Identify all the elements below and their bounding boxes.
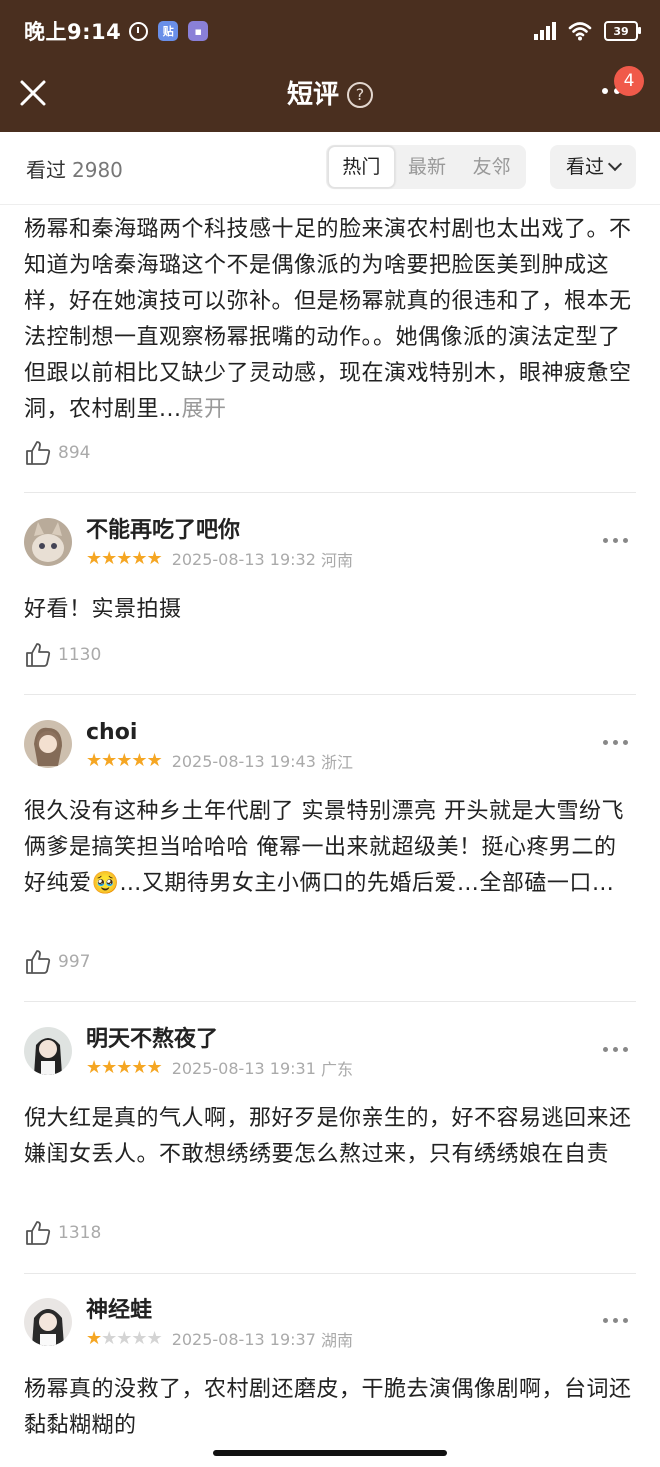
rating-stars: ★★★★★ [86, 548, 163, 569]
divider [24, 1273, 636, 1274]
rating-stars: ★★★★★ [86, 1328, 163, 1349]
review-region: 河南 [320, 551, 353, 570]
username[interactable]: 明天不熬夜了 [86, 1027, 218, 1053]
battery-icon: 39 [604, 21, 641, 41]
seen-count: 看过 2980 [26, 154, 123, 183]
review-text[interactable]: 好看！实景拍摄 [24, 592, 636, 628]
review-date: 2025-08-13 19:37 [171, 1329, 316, 1349]
avatar[interactable] [24, 1298, 72, 1346]
page-title-text: 短评 [286, 80, 339, 110]
divider [24, 1001, 636, 1002]
seen-count-label: 看过 [26, 158, 66, 182]
username[interactable]: 神经蛙 [86, 1298, 152, 1324]
seen-filter-dropdown[interactable]: 看过 [550, 145, 636, 189]
review-meta: ★★★★★ 2025-08-13 19:31 广东 [86, 1056, 353, 1080]
like-count: 1130 [58, 645, 102, 665]
battery-level: 39 [613, 24, 629, 38]
status-bar: 晚上9:14 贴 ▪ 39 [24, 16, 641, 46]
review-more-button[interactable] [603, 538, 628, 543]
divider [24, 694, 636, 695]
review-more-button[interactable] [603, 740, 628, 745]
help-icon[interactable]: ? [347, 82, 373, 108]
seen-filter-label: 看过 [565, 156, 604, 178]
wifi-icon [568, 22, 592, 41]
review-region: 湖南 [320, 1331, 353, 1350]
avatar[interactable] [24, 1027, 72, 1075]
rating-stars: ★★★★★ [86, 1057, 163, 1078]
like-count: 997 [58, 952, 91, 972]
seen-count-number: 2980 [72, 158, 123, 182]
username[interactable]: 不能再吃了吧你 [86, 518, 240, 544]
tab-friends[interactable]: 友邻 [459, 147, 524, 187]
tab-hot[interactable]: 热门 [328, 146, 395, 188]
like-button[interactable]: 894 [24, 438, 90, 468]
review-text[interactable]: 倪大红是真的气人啊，那好歹是你亲生的，好不容易逃回来还嫌闺女丢人。不敢想绣绣要怎… [24, 1101, 636, 1173]
sort-tabs: 热门 最新 友邻 [326, 145, 526, 189]
like-button[interactable]: 1130 [24, 640, 101, 670]
home-indicator[interactable] [213, 1450, 447, 1456]
top-bar: 晚上9:14 贴 ▪ 39 短评? 4 [0, 0, 660, 132]
review-more-button[interactable] [603, 1047, 628, 1052]
like-count: 894 [58, 443, 91, 463]
review-text[interactable]: 很久没有这种乡土年代剧了 实景特别漂亮 开头就是大雪纷飞 俩爹是搞笑担当哈哈哈 … [24, 794, 636, 902]
thumbs-up-icon [26, 1221, 51, 1245]
chevron-down-icon [607, 156, 623, 172]
avatar[interactable] [24, 720, 72, 768]
notification-badge: 4 [614, 66, 644, 96]
page-title: 短评? [0, 74, 660, 111]
review-date: 2025-08-13 19:32 [171, 549, 316, 569]
divider [24, 492, 636, 493]
tab-latest[interactable]: 最新 [395, 147, 460, 187]
review-text[interactable]: 杨幂和秦海璐两个科技感十足的脸来演农村剧也太出戏了。不知道为啥秦海璐这个不是偶像… [24, 212, 636, 428]
review-region: 浙江 [320, 753, 353, 772]
filter-bar: 看过 2980 热门 最新 友邻 看过 [0, 132, 660, 205]
thumbs-up-icon [26, 643, 51, 667]
review-meta: ★★★★★ 2025-08-13 19:43 浙江 [86, 749, 353, 773]
review-more-button[interactable] [603, 1318, 628, 1323]
review-text-content: 杨幂和秦海璐两个科技感十足的脸来演农村剧也太出戏了。不知道为啥秦海璐这个不是偶像… [24, 217, 632, 422]
like-count: 1318 [58, 1223, 102, 1243]
app-notification-icon: ▪ [188, 21, 209, 41]
review-meta: ★★★★★ 2025-08-13 19:32 河南 [86, 547, 353, 571]
thumbs-up-icon [26, 441, 51, 465]
thumbs-up-icon [26, 950, 51, 974]
app-notification-icon: 贴 [158, 21, 179, 41]
like-button[interactable]: 1318 [24, 1218, 101, 1248]
rating-stars: ★★★★★ [86, 750, 163, 771]
avatar[interactable] [24, 518, 72, 566]
review-date: 2025-08-13 19:31 [171, 1058, 316, 1078]
signal-icon [534, 22, 556, 40]
expand-link[interactable]: 展开 [181, 397, 226, 422]
review-region: 广东 [320, 1060, 353, 1079]
review-meta: ★★★★★ 2025-08-13 19:37 湖南 [86, 1327, 353, 1351]
username[interactable]: choi [86, 720, 137, 746]
like-button[interactable]: 997 [24, 947, 90, 977]
review-text[interactable]: 杨幂真的没救了，农村剧还磨皮，干脆去演偶像剧啊，台词还黏黏糊糊的 [24, 1372, 636, 1444]
status-time: 晚上9:14 [24, 20, 122, 44]
nav-bar: 短评? 4 [0, 60, 660, 126]
review-date: 2025-08-13 19:43 [171, 751, 316, 771]
alarm-clock-icon [129, 21, 149, 41]
